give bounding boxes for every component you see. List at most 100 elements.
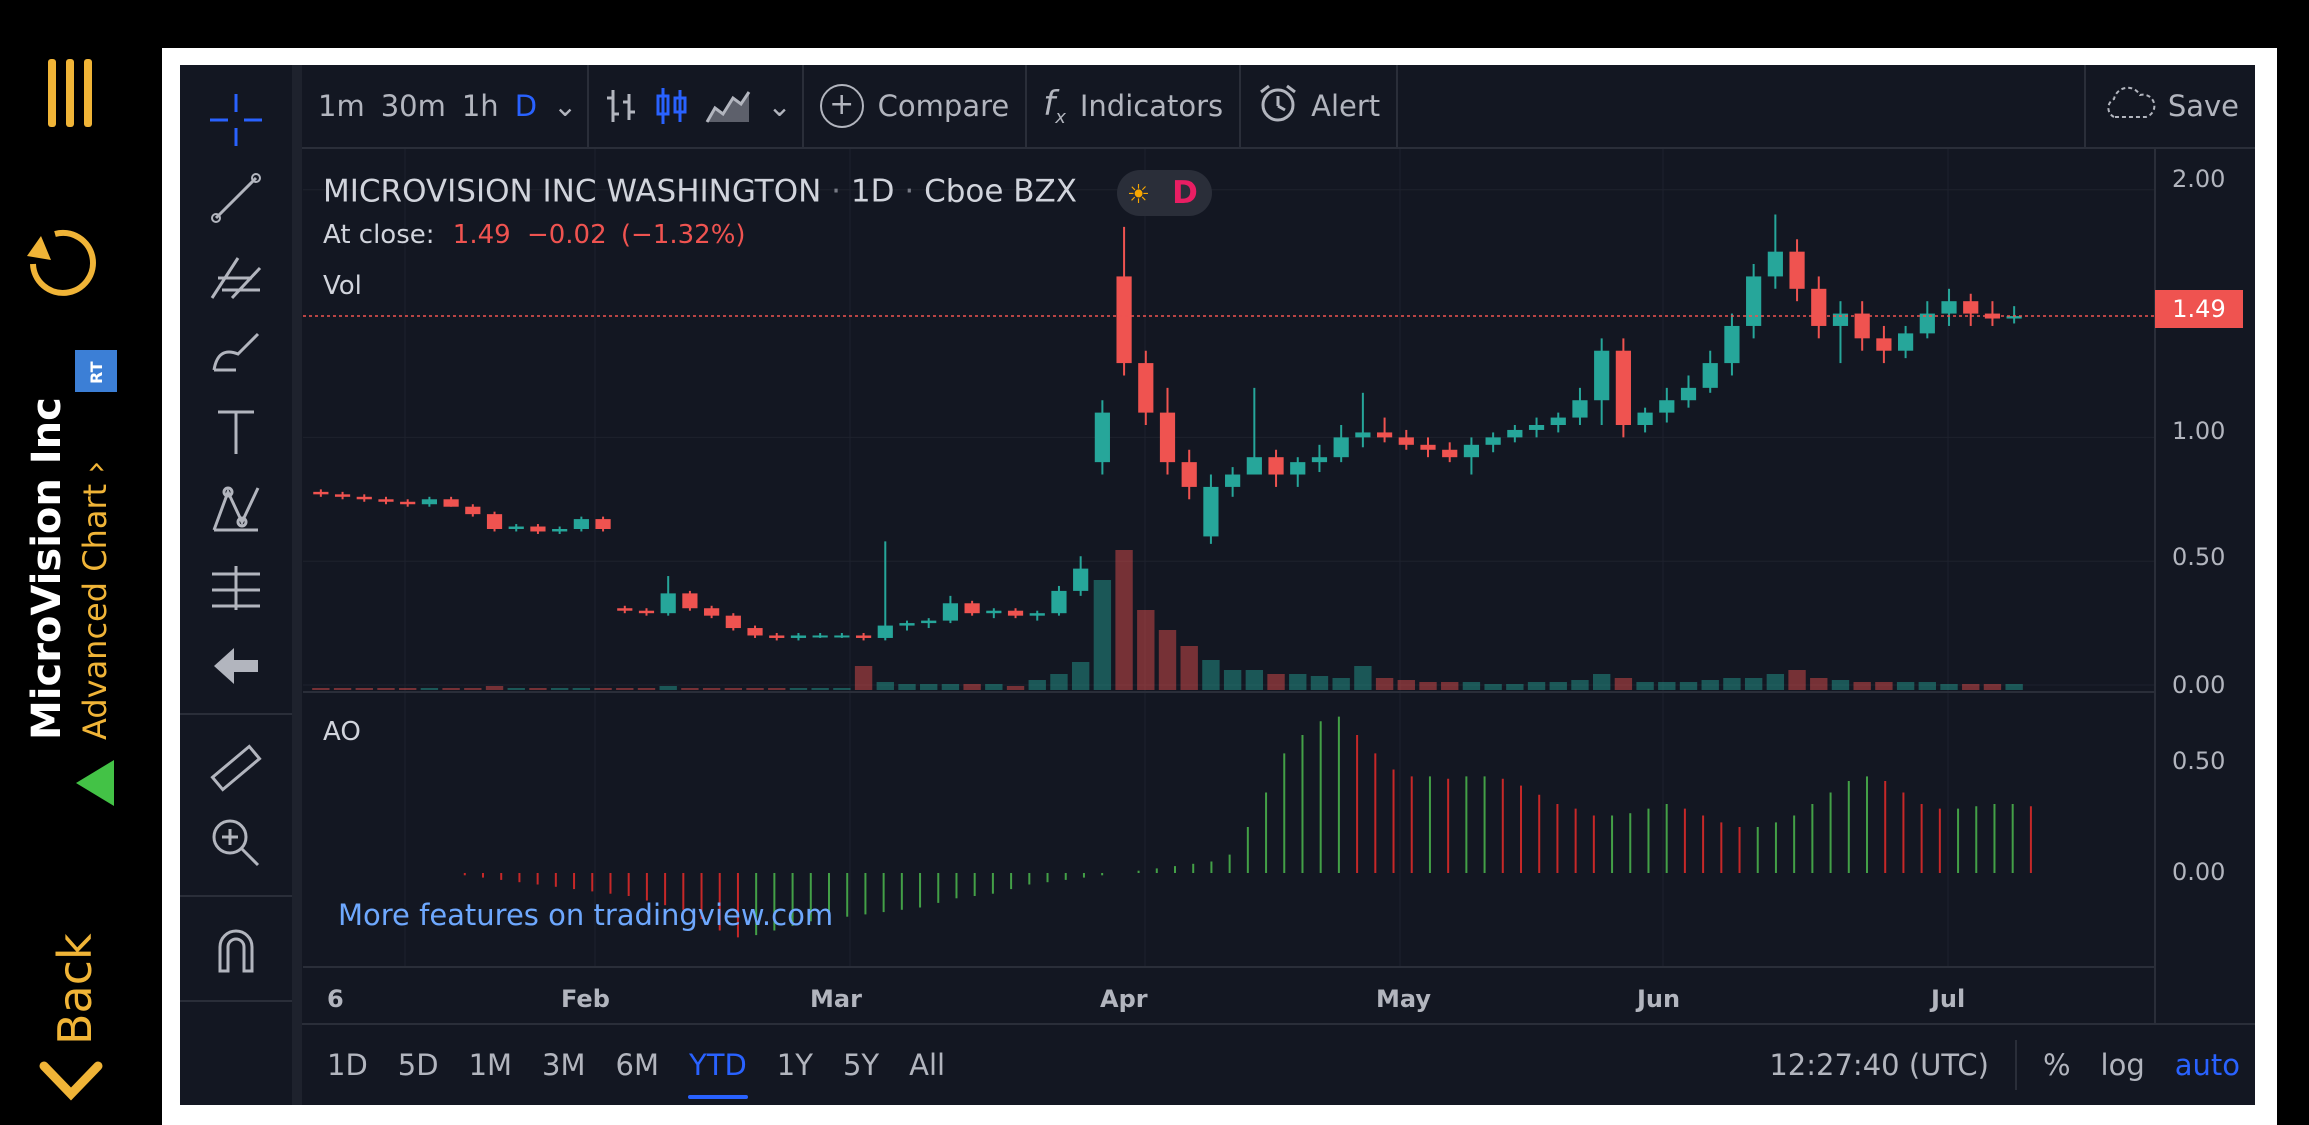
candle-body: [1051, 590, 1067, 614]
market-status-badge[interactable]: ☀ D: [1116, 170, 1212, 216]
candle-body: [1876, 338, 1892, 351]
candle-body: [1029, 613, 1045, 616]
candle-body: [1138, 363, 1154, 413]
volume-bar: [1810, 678, 1828, 690]
percent-scale-button[interactable]: %: [2017, 1025, 2086, 1105]
candle-body: [1702, 363, 1718, 388]
candle-body: [1203, 486, 1219, 537]
candle-body: [1485, 437, 1501, 445]
symbol-exchange: Cboe BZX: [924, 173, 1078, 210]
back-label: Back: [48, 933, 102, 1045]
volume-bar: [963, 684, 981, 690]
time-axis-label: 6: [327, 985, 344, 1013]
volume-bar: [1093, 580, 1112, 690]
range-3m[interactable]: 3M: [527, 1025, 600, 1105]
symbol-legend[interactable]: MICROVISION INC WASHINGTON · 1D · Cboe B…: [323, 170, 1212, 216]
refresh-icon[interactable]: [25, 226, 101, 302]
candle-body: [942, 603, 959, 621]
volume-bar: [1658, 682, 1676, 690]
price-axis-label: 1.00: [2172, 417, 2226, 445]
time-axis-label: Jul: [1931, 985, 1966, 1013]
volume-bar: [355, 688, 373, 690]
candle-body: [1116, 276, 1132, 364]
volume-bar: [1202, 660, 1220, 690]
menu-icon[interactable]: [42, 55, 98, 131]
volume-bar: [529, 688, 547, 690]
range-1d[interactable]: 1D: [312, 1025, 383, 1105]
sun-icon: ☀: [1126, 180, 1151, 210]
candle-body: [855, 635, 872, 638]
volume-bar: [594, 688, 612, 690]
range-5y[interactable]: 5Y: [828, 1025, 894, 1105]
volume-bar: [1354, 666, 1372, 690]
time-axis-label: Apr: [1100, 985, 1148, 1013]
volume-bar: [1701, 680, 1719, 690]
volume-bar: [1419, 682, 1437, 690]
volume-bar: [1506, 684, 1524, 690]
range-6m[interactable]: 6M: [601, 1025, 674, 1105]
volume-bar: [1831, 680, 1850, 690]
log-scale-button[interactable]: log: [2086, 1025, 2160, 1105]
volume-bar: [1158, 630, 1177, 690]
close-label: At close:: [323, 220, 435, 250]
range-all[interactable]: All: [894, 1025, 960, 1105]
range-ytd[interactable]: YTD: [674, 1025, 762, 1105]
volume-bar: [985, 684, 1003, 690]
chevron-right-icon: ›: [76, 460, 114, 474]
candle-body: [378, 499, 394, 502]
volume-label[interactable]: Vol: [323, 271, 362, 301]
volume-bar: [1245, 670, 1264, 690]
range-1y[interactable]: 1Y: [762, 1025, 828, 1105]
candle-body: [530, 526, 546, 532]
candle-body: [617, 608, 633, 611]
price-axis-label: 0.00: [2172, 671, 2226, 699]
volume-bar: [1983, 684, 2002, 690]
candle-body: [1094, 412, 1110, 463]
candle-body: [1659, 400, 1675, 413]
volume-bar: [420, 688, 439, 690]
candle-body: [573, 519, 589, 529]
advanced-chart-link[interactable]: Advanced Chart ›: [76, 461, 114, 740]
range-1m[interactable]: 1M: [454, 1025, 527, 1105]
candle-body: [356, 496, 372, 500]
volume-bar: [1006, 686, 1025, 690]
candle-body: [595, 519, 611, 529]
volume-bar: [464, 688, 482, 690]
volume-bar: [312, 688, 330, 690]
volume-bar: [920, 684, 938, 690]
volume-bar: [637, 688, 656, 690]
tradingview-promo-link[interactable]: More features on tradingview.com: [338, 898, 833, 932]
candle-body: [1615, 350, 1631, 425]
ao-axis-label: 0.50: [2172, 747, 2226, 775]
candle-body: [660, 593, 676, 614]
candle-body: [1376, 432, 1393, 438]
volume-bar: [746, 688, 764, 690]
candle-body: [1225, 474, 1241, 487]
time-axis-label: Mar: [810, 985, 862, 1013]
symbol-interval: 1D: [850, 173, 895, 210]
candle-body: [1854, 313, 1870, 339]
candle-body: [1333, 437, 1349, 458]
candle-body: [747, 628, 763, 636]
auto-scale-button[interactable]: auto: [2160, 1025, 2255, 1105]
candle-body: [638, 610, 655, 614]
price-up-triangle-icon: [74, 758, 116, 812]
volume-bar: [442, 688, 460, 690]
candle-body: [1680, 387, 1697, 401]
candle-body: [1789, 251, 1805, 289]
range-bar: 1D 5D 1M 3M 6M YTD 1Y 5Y All 12:27:40 (U…: [302, 1023, 2255, 1105]
candle-body: [1550, 417, 1566, 425]
volume-bar: [572, 688, 591, 690]
back-button[interactable]: Back: [30, 920, 120, 1120]
range-5d[interactable]: 5D: [383, 1025, 454, 1105]
close-change-pct: (−1.32%): [620, 220, 746, 250]
candle-body: [443, 499, 459, 507]
volume-bar: [485, 686, 504, 690]
utc-clock[interactable]: 12:27:40 (UTC): [1754, 1025, 2015, 1105]
price-axis-label: 2.00: [2172, 165, 2226, 193]
candle-body: [1746, 276, 1762, 326]
ao-indicator-label[interactable]: AO: [323, 717, 361, 747]
candle-body: [1724, 325, 1740, 364]
candle-body: [1963, 301, 1979, 314]
volume-bar: [1223, 670, 1242, 690]
